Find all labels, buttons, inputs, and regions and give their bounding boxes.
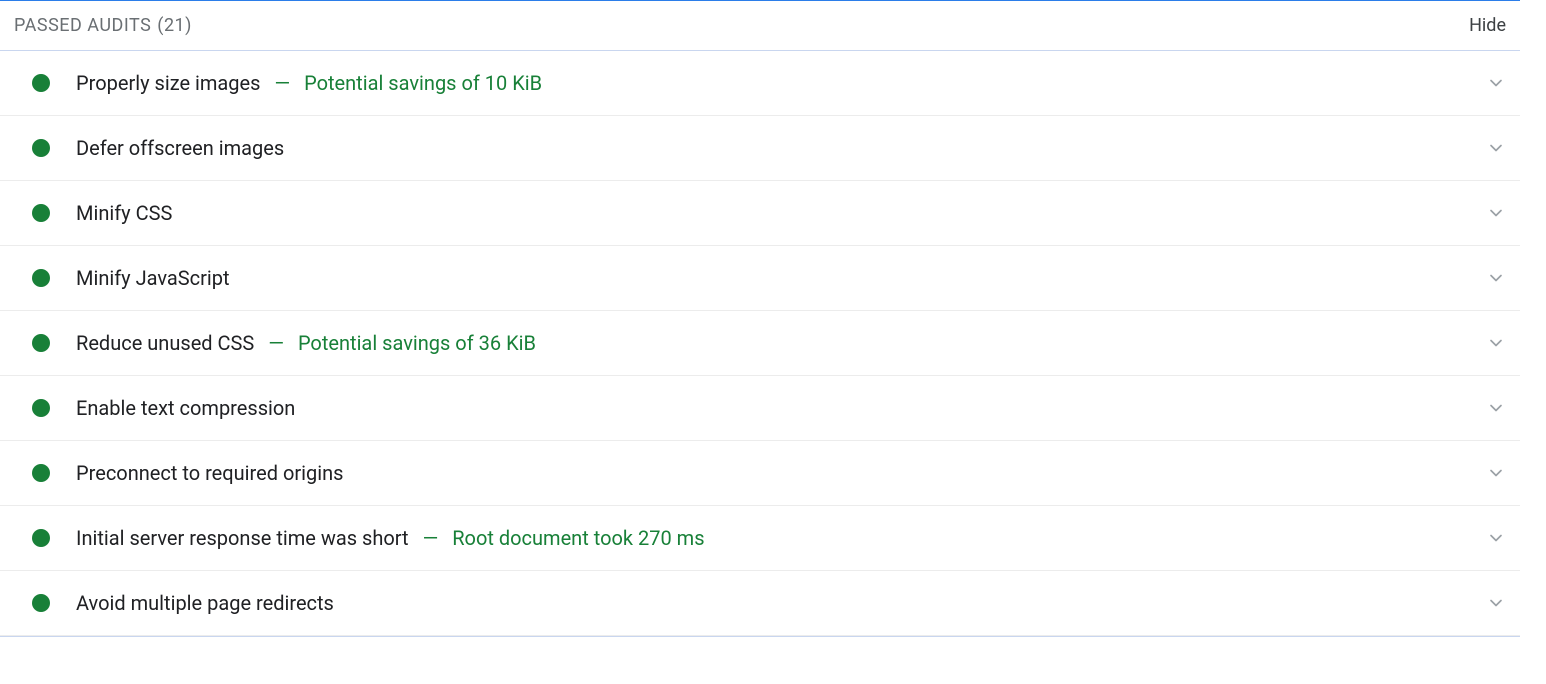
pass-icon — [32, 399, 50, 417]
audit-title: Reduce unused CSS — [76, 331, 254, 355]
audit-detail: Root document took 270 ms — [452, 526, 704, 550]
audit-title: Minify JavaScript — [76, 266, 230, 290]
chevron-down-icon — [1486, 593, 1506, 613]
chevron-down-icon — [1486, 203, 1506, 223]
audit-row[interactable]: Properly size images — Potential savings… — [0, 51, 1520, 116]
pass-icon — [32, 334, 50, 352]
pass-icon — [32, 269, 50, 287]
audit-row[interactable]: Reduce unused CSS — Potential savings of… — [0, 311, 1520, 376]
audit-row[interactable]: Avoid multiple page redirects — [0, 571, 1520, 636]
audit-detail: Potential savings of 36 KiB — [298, 331, 536, 355]
passed-audits-count: (21) — [157, 15, 192, 36]
audit-title: Enable text compression — [76, 396, 295, 420]
passed-audits-title-group: PASSED AUDITS (21) — [14, 15, 192, 36]
passed-audits-title: PASSED AUDITS — [14, 15, 151, 36]
audit-row[interactable]: Enable text compression — [0, 376, 1520, 441]
audit-title: Preconnect to required origins — [76, 461, 343, 485]
audit-dash: — — [268, 331, 284, 355]
audit-title: Properly size images — [76, 71, 260, 95]
audit-row[interactable]: Preconnect to required origins — [0, 441, 1520, 506]
audit-row-body: Avoid multiple page redirects — [76, 591, 1474, 615]
audit-detail: Potential savings of 10 KiB — [304, 71, 542, 95]
audit-row-body: Reduce unused CSS — Potential savings of… — [76, 331, 1474, 355]
audit-dash: — — [423, 526, 439, 550]
audit-row-body: Initial server response time was short —… — [76, 526, 1474, 550]
pass-icon — [32, 204, 50, 222]
chevron-down-icon — [1486, 73, 1506, 93]
audit-row[interactable]: Initial server response time was short —… — [0, 506, 1520, 571]
audit-row-body: Enable text compression — [76, 396, 1474, 420]
chevron-down-icon — [1486, 138, 1506, 158]
audit-row-body: Properly size images — Potential savings… — [76, 71, 1474, 95]
audit-row[interactable]: Minify CSS — [0, 181, 1520, 246]
audit-title: Initial server response time was short — [76, 526, 409, 550]
audit-row-body: Defer offscreen images — [76, 136, 1474, 160]
audit-title: Avoid multiple page redirects — [76, 591, 334, 615]
pass-icon — [32, 464, 50, 482]
audit-row-body: Preconnect to required origins — [76, 461, 1474, 485]
audit-row-body: Minify CSS — [76, 201, 1474, 225]
chevron-down-icon — [1486, 463, 1506, 483]
audit-title: Defer offscreen images — [76, 136, 284, 160]
hide-button[interactable]: Hide — [1469, 15, 1506, 36]
passed-audits-panel: PASSED AUDITS (21) Hide Properly size im… — [0, 0, 1520, 637]
passed-audits-header[interactable]: PASSED AUDITS (21) Hide — [0, 1, 1520, 50]
chevron-down-icon — [1486, 333, 1506, 353]
audit-title: Minify CSS — [76, 201, 172, 225]
pass-icon — [32, 529, 50, 547]
pass-icon — [32, 74, 50, 92]
chevron-down-icon — [1486, 398, 1506, 418]
audit-row-body: Minify JavaScript — [76, 266, 1474, 290]
audit-row[interactable]: Defer offscreen images — [0, 116, 1520, 181]
chevron-down-icon — [1486, 528, 1506, 548]
audit-list: Properly size images — Potential savings… — [0, 50, 1520, 636]
pass-icon — [32, 139, 50, 157]
chevron-down-icon — [1486, 268, 1506, 288]
audit-dash: — — [274, 71, 290, 95]
pass-icon — [32, 594, 50, 612]
audit-row[interactable]: Minify JavaScript — [0, 246, 1520, 311]
